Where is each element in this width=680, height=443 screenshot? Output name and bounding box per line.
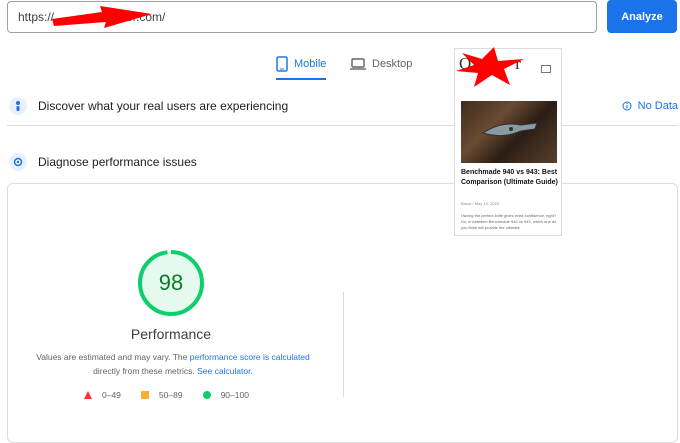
tab-desktop[interactable]: Desktop	[350, 50, 412, 78]
tab-mobile-label: Mobile	[294, 58, 327, 70]
fail-triangle-icon	[84, 391, 92, 399]
hamburger-menu-icon	[541, 65, 551, 73]
post-meta: Bruce / May 13, 2023	[461, 201, 500, 206]
info-icon	[622, 101, 632, 111]
discover-title: Discover what your real users are experi…	[38, 98, 289, 113]
no-data-label: No Data	[637, 100, 678, 112]
performance-score: 98	[158, 270, 184, 295]
redaction-star-mark	[456, 47, 524, 87]
legend-item-average: 50–89	[140, 390, 183, 400]
redaction-arrow-mark	[52, 6, 152, 28]
phone-icon	[276, 56, 288, 72]
legend-range: 90–100	[220, 390, 249, 400]
knife-photo	[461, 101, 557, 163]
card-divider	[343, 292, 344, 397]
tab-mobile[interactable]: Mobile	[276, 50, 327, 80]
legend-range: 0–49	[102, 390, 121, 400]
legend-range: 50–89	[158, 390, 183, 400]
see-calculator-link[interactable]: See calculator.	[197, 366, 253, 376]
tab-desktop-label: Desktop	[372, 58, 413, 70]
device-tabs: Mobile Desktop	[0, 50, 680, 80]
no-data-indicator[interactable]: No Data	[622, 86, 678, 126]
post-title: Benchmade 940 vs 943: Best Comparison (U…	[461, 169, 558, 186]
users-icon	[9, 96, 27, 115]
legend-item-pass: 90–100	[202, 390, 249, 400]
discover-section: Discover what your real users are experi…	[7, 86, 678, 126]
score-legend: 0–49 50–89 90–100	[84, 390, 249, 400]
pass-circle-icon	[202, 391, 211, 399]
diagnose-icon	[9, 153, 27, 171]
performance-card: 98 Performance Values are estimated and …	[7, 183, 678, 443]
performance-label: Performance	[130, 326, 212, 342]
diagnose-section: Diagnose performance issues	[7, 142, 678, 182]
disclaimer-text-1: Values are estimated and may vary. The	[36, 352, 190, 362]
disclaimer-text-2: directly from these metrics.	[93, 366, 198, 376]
knife-icon	[481, 122, 538, 137]
diagnose-title: Diagnose performance issues	[38, 155, 197, 169]
legend-item-fail: 0–49	[84, 390, 121, 400]
laptop-icon	[350, 58, 366, 70]
post-excerpt: Having the perfect knife gives extra con…	[461, 213, 557, 230]
url-bar: Analyze	[0, 0, 680, 40]
score-calc-link[interactable]: performance score is calculated	[190, 352, 310, 362]
average-square-icon	[140, 391, 149, 399]
analyze-button[interactable]: Analyze	[607, 0, 677, 33]
score-disclaimer: Values are estimated and may vary. The p…	[28, 350, 318, 378]
